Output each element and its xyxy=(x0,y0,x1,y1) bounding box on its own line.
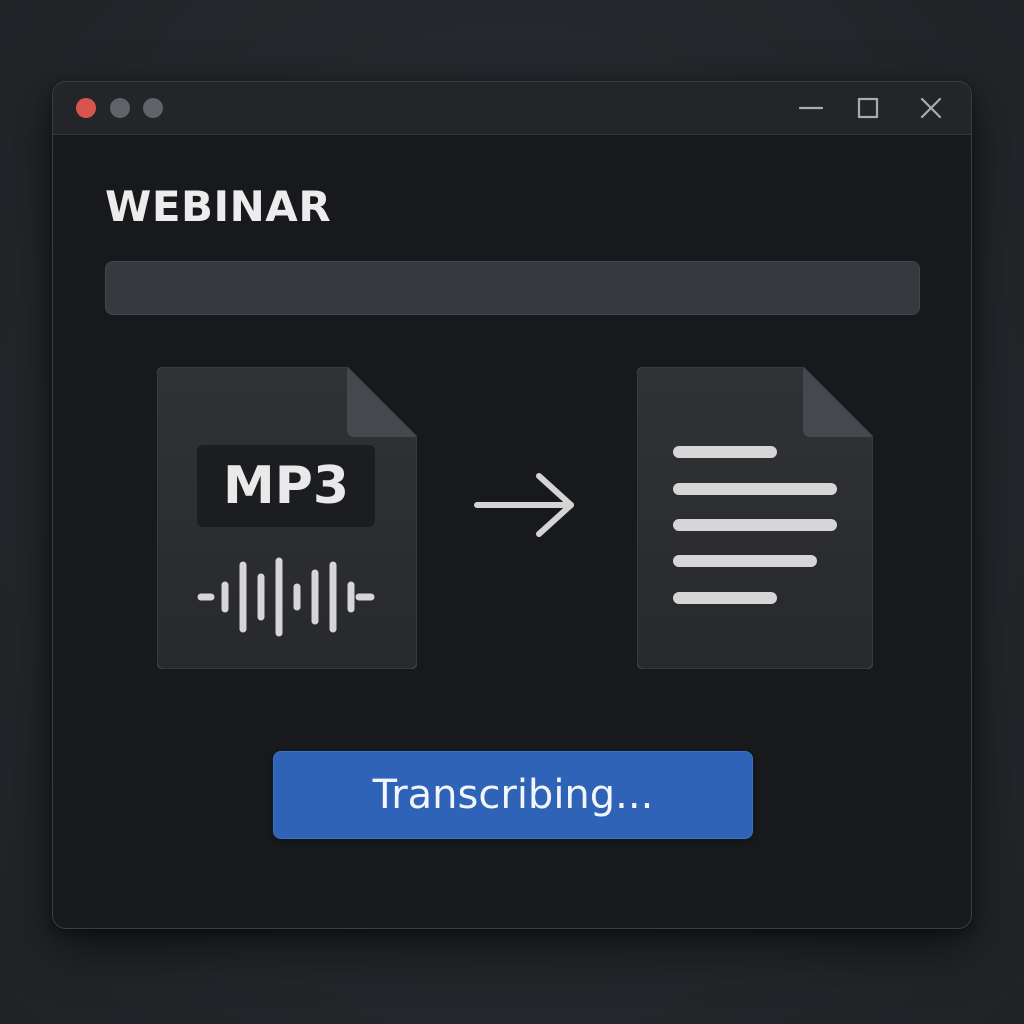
text-document-icon xyxy=(637,367,873,669)
window-title: WEBINAR xyxy=(105,182,332,231)
text-document-card xyxy=(637,367,873,669)
maximize-icon[interactable] xyxy=(854,94,882,122)
transcribing-status-button[interactable]: Transcribing... xyxy=(273,751,753,839)
title-bar xyxy=(53,82,971,135)
app-window: WEBINAR MP3 Transcribing... xyxy=(52,81,972,929)
arrow-right-icon xyxy=(474,473,574,537)
traffic-light-minimize-button[interactable] xyxy=(110,98,130,118)
mp3-file-card: MP3 xyxy=(157,367,417,669)
minimize-icon[interactable] xyxy=(797,94,825,122)
traffic-light-close-button[interactable] xyxy=(76,98,96,118)
traffic-light-zoom-button[interactable] xyxy=(143,98,163,118)
audio-waveform-icon xyxy=(197,557,375,637)
close-icon[interactable] xyxy=(917,94,945,122)
progress-bar xyxy=(105,261,920,315)
file-type-label: MP3 xyxy=(197,445,375,527)
